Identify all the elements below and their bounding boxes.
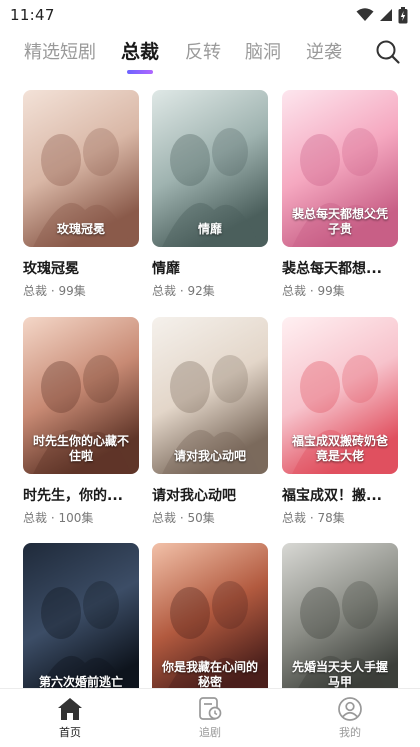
- drama-title: 情靡: [152, 261, 180, 277]
- cellular-signal-icon: [379, 8, 393, 22]
- search-button[interactable]: [374, 38, 402, 66]
- drama-poster[interactable]: 时先生你的心藏不住啦: [23, 317, 139, 474]
- poster-title-art: 先婚当天夫人手握马甲: [291, 660, 388, 689]
- wifi-icon: [356, 8, 374, 22]
- drama-meta: 总裁 · 99集: [23, 284, 86, 298]
- drama-poster[interactable]: 先婚当天夫人手握马甲: [282, 543, 398, 700]
- status-bar: 11:47: [0, 0, 420, 30]
- drama-card[interactable]: 先婚当天夫人手握马甲: [282, 543, 398, 700]
- drama-card[interactable]: 你是我藏在心间的秘密: [152, 543, 268, 700]
- poster-title-art: 请对我心动吧: [173, 449, 246, 463]
- drama-card[interactable]: 玫瑰冠冕 玫瑰冠冕 总裁 · 99集: [23, 90, 139, 299]
- poster-title-art: 时先生你的心藏不住啦: [32, 434, 129, 463]
- poster-title-art: 你是我藏在心间的秘密: [161, 660, 258, 689]
- nav-profile-label: 我的: [339, 726, 361, 739]
- drama-title: 玫瑰冠冕: [23, 261, 79, 277]
- drama-card[interactable]: 第六次婚前逃亡: [23, 543, 139, 700]
- profile-icon: [337, 697, 363, 721]
- drama-meta: 总裁 · 92集: [152, 284, 215, 298]
- drama-poster[interactable]: 情靡: [152, 90, 268, 247]
- bottom-navigation: 首页 追剧 我的: [0, 688, 420, 747]
- status-icons: [356, 6, 408, 24]
- tab-featured[interactable]: 精选短剧: [24, 38, 96, 64]
- active-tab-indicator: [127, 70, 153, 74]
- drama-title: 请对我心动吧: [152, 488, 236, 504]
- poster-title-art: 情靡: [197, 222, 222, 236]
- drama-card[interactable]: 福宝成双搬砖奶爸竟是大佬福宝成双！搬... 总裁 · 78集: [282, 317, 398, 526]
- tab-twist[interactable]: 反转: [185, 38, 221, 64]
- poster-title-art: 福宝成双搬砖奶爸竟是大佬: [291, 434, 388, 463]
- drama-poster[interactable]: 你是我藏在心间的秘密: [152, 543, 268, 700]
- drama-card[interactable]: 裴总每天都想父凭子贵裴总每天都想... 总裁 · 99集: [282, 90, 398, 299]
- drama-meta: 总裁 · 100集: [23, 511, 94, 525]
- nav-watchlist[interactable]: 追剧: [140, 689, 280, 747]
- nav-profile[interactable]: 我的: [280, 689, 420, 747]
- drama-card[interactable]: 时先生你的心藏不住啦时先生，你的... 总裁 · 100集: [23, 317, 139, 526]
- drama-poster[interactable]: 福宝成双搬砖奶爸竟是大佬: [282, 317, 398, 474]
- drama-meta: 总裁 · 78集: [282, 511, 345, 525]
- home-icon: [57, 697, 83, 721]
- status-time: 11:47: [10, 6, 55, 24]
- nav-watchlist-label: 追剧: [199, 726, 221, 739]
- drama-poster[interactable]: 裴总每天都想父凭子贵: [282, 90, 398, 247]
- tab-brain-hole[interactable]: 脑洞: [245, 38, 281, 64]
- drama-meta: 总裁 · 50集: [152, 511, 215, 525]
- drama-poster[interactable]: 玫瑰冠冕: [23, 90, 139, 247]
- search-icon: [374, 40, 402, 70]
- nav-home-label: 首页: [59, 726, 81, 739]
- drama-poster[interactable]: 第六次婚前逃亡: [23, 543, 139, 700]
- nav-home[interactable]: 首页: [0, 689, 140, 747]
- battery-icon: [398, 6, 408, 24]
- drama-card[interactable]: 请对我心动吧 请对我心动吧 总裁 · 50集: [152, 317, 268, 526]
- poster-title-art: 裴总每天都想父凭子贵: [291, 207, 388, 236]
- category-tab-bar: 精选短剧 总裁 反转 脑洞 逆袭: [0, 30, 420, 76]
- drama-meta: 总裁 · 99集: [282, 284, 345, 298]
- drama-card[interactable]: 情靡 情靡 总裁 · 92集: [152, 90, 268, 299]
- tab-ceo[interactable]: 总裁: [121, 37, 159, 64]
- drama-title: 裴总每天都想...: [282, 261, 382, 277]
- tab-comeback[interactable]: 逆袭: [306, 38, 342, 64]
- drama-title: 时先生，你的...: [23, 488, 123, 504]
- watchlist-icon: [197, 697, 223, 721]
- drama-title: 福宝成双！搬...: [282, 488, 382, 504]
- drama-poster[interactable]: 请对我心动吧: [152, 317, 268, 474]
- poster-title-art: 玫瑰冠冕: [56, 222, 105, 236]
